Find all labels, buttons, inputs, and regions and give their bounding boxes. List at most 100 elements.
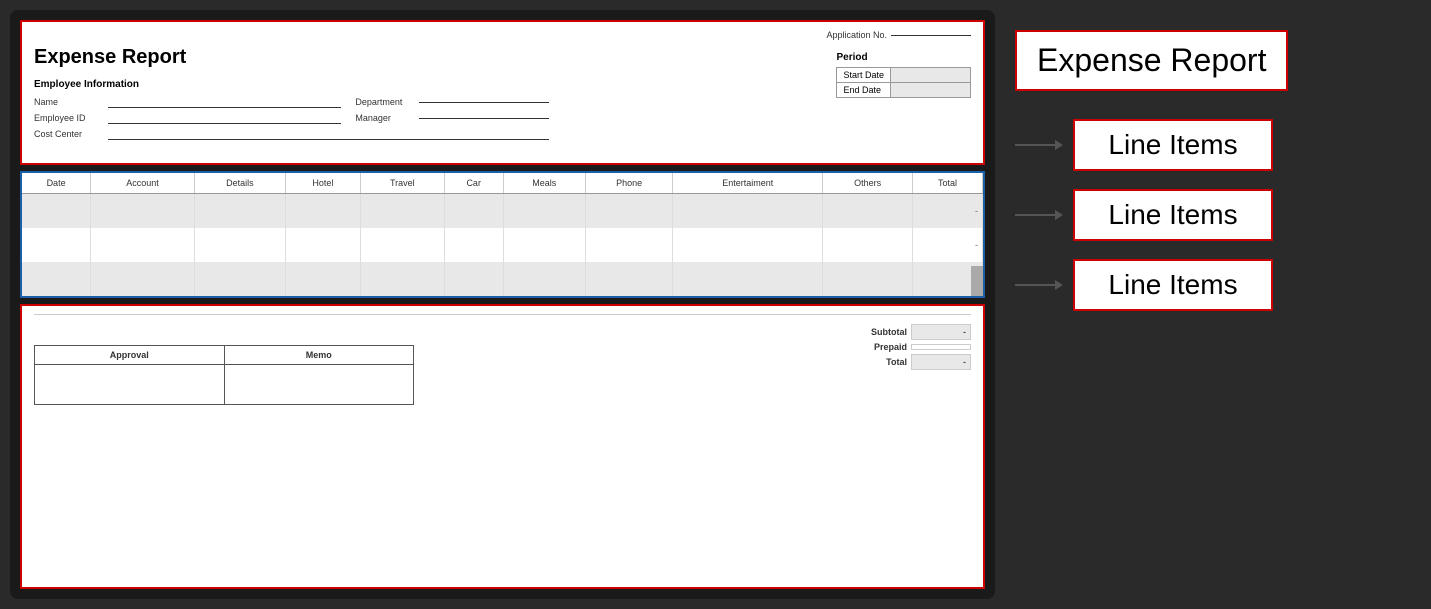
row1-travel [360, 194, 444, 229]
approval-data-row [35, 365, 414, 405]
employee-id-field[interactable] [108, 112, 341, 124]
row2-total: - [913, 228, 983, 262]
col-total: Total [913, 173, 983, 194]
col-others: Others [823, 173, 913, 194]
row1-date [22, 194, 91, 229]
name-label: Name [34, 97, 104, 107]
annotation-line-items-2: Line Items [1015, 189, 1421, 241]
start-date-field[interactable] [891, 68, 971, 83]
row2-others [823, 228, 913, 262]
row3-entertainment [673, 262, 823, 296]
row2-meals [503, 228, 585, 262]
gray-overlap-bar [971, 266, 983, 296]
header-section: Application No. Expense Report Employee … [20, 20, 985, 165]
cost-center-field[interactable] [108, 128, 549, 140]
table-row: - [22, 262, 983, 296]
row2-details [194, 228, 285, 262]
line-items-table-section: Date Account Details Hotel Travel Car Me… [20, 171, 985, 298]
row3-phone [585, 262, 672, 296]
approval-header-row: Approval Memo [35, 346, 414, 365]
expense-report-annotation-box: Expense Report [1015, 30, 1288, 91]
approval-col-header: Approval [35, 346, 225, 365]
row2-hotel [285, 228, 360, 262]
total-label: Total [857, 357, 907, 367]
app-no-field[interactable] [891, 35, 971, 36]
col-details: Details [194, 173, 285, 194]
subtotal-label: Subtotal [857, 327, 907, 337]
arrow-head-3 [1055, 280, 1063, 290]
arrow-shaft-2 [1015, 214, 1055, 216]
approval-cell[interactable] [35, 365, 225, 405]
subtotal-row: Subtotal - [857, 324, 971, 340]
period-label: Period [836, 52, 971, 63]
col-entertainment: Entertaiment [673, 173, 823, 194]
department-field[interactable] [419, 102, 549, 103]
col-hotel: Hotel [285, 173, 360, 194]
row3-meals [503, 262, 585, 296]
manager-label: Manager [355, 113, 415, 123]
row2-account [91, 228, 195, 262]
main-container: Application No. Expense Report Employee … [0, 0, 1431, 609]
arrow-1 [1015, 140, 1063, 150]
memo-cell[interactable] [224, 365, 413, 405]
line-items-3-box: Line Items [1073, 259, 1273, 311]
period-table: Start Date End Date [836, 67, 971, 98]
arrow-shaft-1 [1015, 144, 1055, 146]
row3-others [823, 262, 913, 296]
col-phone: Phone [585, 173, 672, 194]
expense-report-title: Expense Report [34, 46, 971, 69]
row1-hotel [285, 194, 360, 229]
col-account: Account [91, 173, 195, 194]
row1-details [194, 194, 285, 229]
employee-id-label: Employee ID [34, 113, 104, 123]
row1-total: - [913, 194, 983, 229]
prepaid-field[interactable] [911, 344, 971, 350]
annotation-line-items-3: Line Items [1015, 259, 1421, 311]
row3-travel [360, 262, 444, 296]
row3-hotel [285, 262, 360, 296]
line-items-2-box: Line Items [1073, 189, 1273, 241]
approval-table: Approval Memo [34, 345, 414, 405]
table-row: - [22, 228, 983, 262]
cost-center-label: Cost Center [34, 129, 104, 139]
period-section: Period Start Date End Date [836, 52, 971, 98]
prepaid-label: Prepaid [857, 342, 907, 352]
memo-col-header: Memo [224, 346, 413, 365]
annotation-line-items-1: Line Items [1015, 119, 1421, 171]
items-table: Date Account Details Hotel Travel Car Me… [22, 173, 983, 296]
arrow-head-2 [1055, 210, 1063, 220]
footer-section: Subtotal - Prepaid Total - Approval Memo [20, 304, 985, 589]
annotations-area: Expense Report Line Items Line Items L [995, 10, 1421, 311]
arrow-shaft-3 [1015, 284, 1055, 286]
prepaid-row: Prepaid [857, 342, 971, 352]
cost-center-row: Cost Center [34, 128, 549, 140]
row1-others [823, 194, 913, 229]
end-date-label: End Date [837, 83, 891, 98]
total-value: - [911, 354, 971, 370]
row2-entertainment [673, 228, 823, 262]
row2-date [22, 228, 91, 262]
footer-divider [34, 314, 971, 315]
row3-car [444, 262, 503, 296]
subtotal-value: - [911, 324, 971, 340]
manager-field[interactable] [419, 118, 549, 119]
start-date-row: Start Date [837, 68, 971, 83]
row2-travel [360, 228, 444, 262]
app-no-row: Application No. [34, 30, 971, 40]
department-label: Department [355, 97, 415, 107]
name-field[interactable] [108, 96, 341, 108]
arrow-head-1 [1055, 140, 1063, 150]
col-meals: Meals [503, 173, 585, 194]
row2-phone [585, 228, 672, 262]
end-date-field[interactable] [891, 83, 971, 98]
table-header-row: Date Account Details Hotel Travel Car Me… [22, 173, 983, 194]
arrow-2 [1015, 210, 1063, 220]
document-area: Application No. Expense Report Employee … [10, 10, 995, 599]
totals-area: Subtotal - Prepaid Total - [857, 324, 971, 370]
row1-entertainment [673, 194, 823, 229]
col-date: Date [22, 173, 91, 194]
end-date-row: End Date [837, 83, 971, 98]
app-no-label: Application No. [826, 30, 887, 40]
row1-car [444, 194, 503, 229]
employee-info-grid: Name Department Employee ID Manager Cost… [34, 96, 549, 140]
